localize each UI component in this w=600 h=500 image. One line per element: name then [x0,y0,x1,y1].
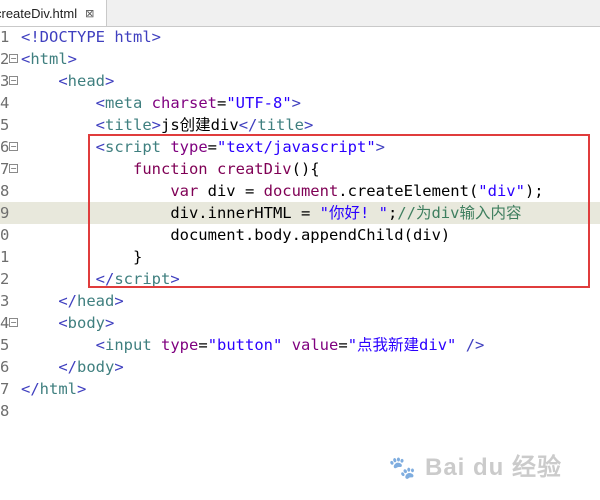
line-number: 8 [0,402,10,420]
code-line: 2 − <html> [0,50,78,68]
tab-label: createDiv.html [0,5,78,21]
code-line: 0 document.body.appendChild(div) [0,224,600,246]
code-line: 5 <title>js创建div</title> [0,116,314,134]
object-name: document [263,182,339,200]
tag-name: title [105,116,152,134]
tag-name: script [105,138,161,156]
attr-name: value [291,336,339,354]
attr-value: "UTF-8" [226,94,292,112]
fold-toggle-icon[interactable]: − [9,54,18,63]
tag-name: title [257,116,305,134]
line-number: 4 [0,94,10,112]
fold-toggle-icon[interactable]: − [9,164,18,173]
code-text: div.innerHTML = [170,204,320,222]
line-number: 6 [0,358,10,376]
function-name: creatDiv [216,160,292,178]
string-literal: "你好! " [319,204,388,222]
keyword: var [170,182,199,200]
fold-toggle-icon[interactable]: − [9,142,18,151]
code-line: 3 </head> [0,292,124,310]
code-line: 8 var div = document.createElement("div"… [0,182,544,200]
attr-value: "button" [207,336,283,354]
code-editor[interactable]: 1 <!DOCTYPE html> 2 − <html> 3 − <head> … [0,26,600,500]
tag-name: script [114,270,171,288]
code-line: 8 [0,400,600,422]
keyword: function [132,160,208,178]
editor-tab-bar: createDiv.html ⊠ [0,0,600,27]
tag-name: body [77,358,115,376]
line-number: 3 [0,292,10,310]
line-number: 1 [0,248,10,266]
code-line: 4 <meta charset="UTF-8"> [0,94,302,112]
title-text: js创建div [161,116,239,134]
line-number: 8 [0,182,10,200]
line-number: 5 [0,116,10,134]
fold-toggle-icon[interactable]: − [9,76,18,85]
code-text: } [132,248,143,266]
tag-name: meta [105,94,143,112]
line-number: 0 [0,226,10,244]
paw-icon: 🐾 [388,455,418,480]
attr-name: type [161,336,199,354]
tab-createdv-html[interactable]: createDiv.html ⊠ [0,0,107,26]
watermark-text: Bai du 经验 [424,454,562,481]
tag-name: body [67,314,105,332]
code-line-current: 9 div.innerHTML = "你好! ";//为div输入内容 [0,202,600,224]
string-literal: "div" [478,182,525,200]
attr-value: "点我新建div" [347,336,457,354]
attr-value: "text/javascript" [217,138,376,156]
tag-name: input [105,336,152,354]
fold-toggle-icon[interactable]: − [9,318,18,327]
code-text: document.body.appendChild(div) [170,226,451,244]
tag-name: head [67,72,105,90]
line-number: 7 [0,380,10,398]
tag-name: html [30,50,68,68]
doctype: <!DOCTYPE html> [21,28,161,46]
line-number: 1 [0,28,10,46]
line-number: 2 [0,270,10,288]
line-number: 5 [0,336,10,354]
code-line: 6 − <script type="text/javascript"> [0,138,385,156]
code-line: 6 </body> [0,358,124,376]
tag-name: head [77,292,115,310]
line-number: 9 [0,204,10,222]
code-line: 1 <!DOCTYPE html> [0,26,600,48]
code-line: 7 </html> [0,380,87,398]
code-line: 5 <input type="button" value="点我新建div" /… [0,336,485,354]
code-line: 7 − function creatDiv(){ [0,160,320,178]
tag-name: html [39,380,77,398]
close-icon[interactable]: ⊠ [85,7,94,20]
watermark-logo: 🐾 Bai du 经验 [389,447,562,482]
attr-name: type [170,138,208,156]
attr-name: charset [151,94,217,112]
code-line: 1 } [0,246,600,268]
code-line: 2 </script> [0,270,180,288]
comment: //为div输入内容 [397,204,522,222]
code-line: 3 − <head> [0,72,115,90]
code-line: 4 − <body> [0,314,115,332]
